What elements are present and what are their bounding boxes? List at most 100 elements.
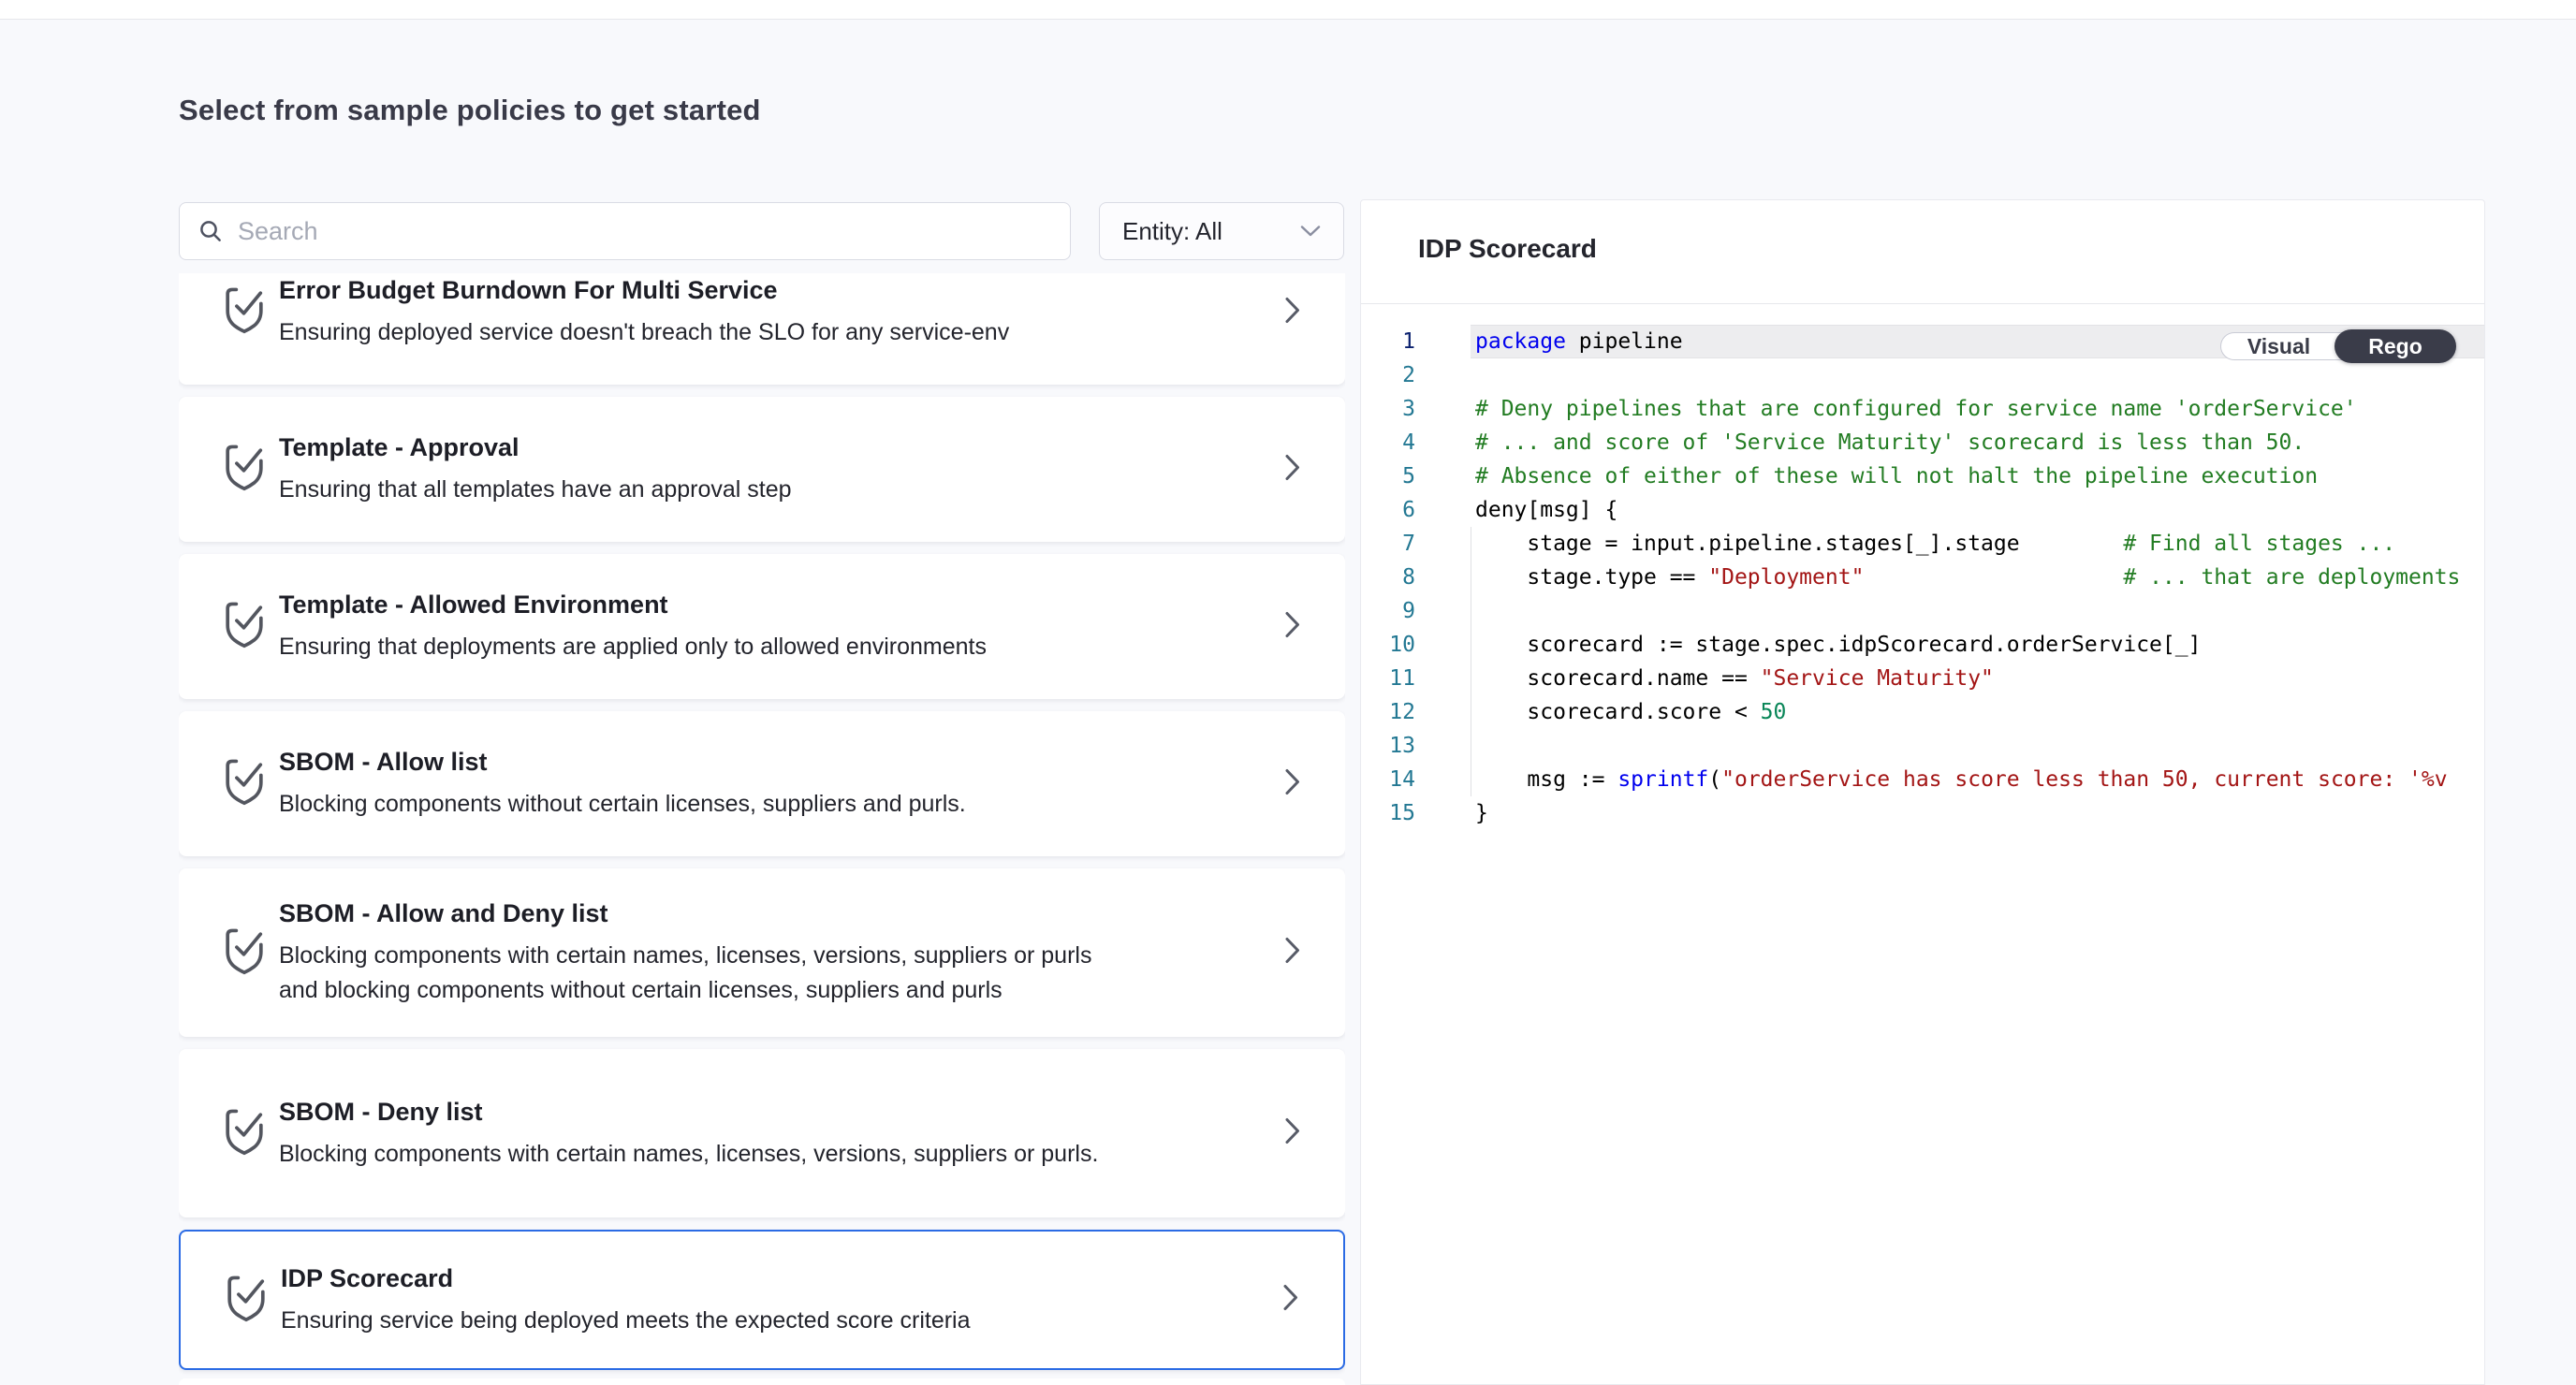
line-number: 8 [1361, 561, 1415, 594]
code-line: 2 [1361, 358, 2484, 392]
policy-card-partial[interactable] [179, 1378, 1345, 1385]
line-number: 13 [1361, 729, 1415, 763]
policy-card-description: Ensuring that all templates have an appr… [279, 473, 792, 507]
code-line: 13 [1361, 729, 2484, 763]
code-line: 11 scorecard.name == "Service Maturity" [1361, 662, 2484, 695]
rego-toggle-label: Rego [2368, 334, 2422, 359]
policy-card-text: Template - Allowed Environment Ensuring … [279, 589, 987, 664]
policy-card[interactable]: IDP Scorecard Ensuring service being dep… [179, 1230, 1345, 1370]
shield-check-icon [224, 1273, 269, 1328]
policy-card-title: Template - Approval [279, 431, 792, 463]
policy-card-title: IDP Scorecard [281, 1262, 971, 1294]
line-number: 15 [1361, 796, 1415, 830]
code-line-content: # Absence of either of these will not ha… [1471, 459, 2484, 493]
shield-check-icon [222, 442, 267, 497]
chevron-right-icon [1284, 766, 1301, 801]
code-line: 15 } [1361, 796, 2484, 830]
code-line-content [1471, 594, 2484, 628]
policy-card-description: Ensuring that deployments are applied on… [279, 630, 987, 664]
chevron-right-icon [1284, 609, 1301, 644]
search-input[interactable] [238, 217, 1051, 246]
code-line-content: } [1471, 796, 2484, 830]
policy-card[interactable]: Template - Allowed Environment Ensuring … [179, 554, 1345, 699]
page-title: Select from sample policies to get start… [179, 94, 761, 127]
policy-card-text: SBOM - Allow and Deny list Blocking comp… [279, 897, 1131, 1008]
policy-card-title: SBOM - Allow list [279, 746, 966, 778]
code-line-content: scorecard.name == "Service Maturity" [1471, 662, 2484, 695]
policy-list: Error Budget Burndown For Multi Service … [179, 273, 1345, 1385]
policy-card[interactable]: Template - Approval Ensuring that all te… [179, 397, 1345, 542]
code-line-content: deny[msg] { [1471, 493, 2484, 527]
policy-card-title: Error Budget Burndown For Multi Service [279, 274, 1009, 306]
policy-card-description: Blocking components with certain names, … [279, 1137, 1098, 1172]
rego-code-editor[interactable]: 1 package pipeline 2 3 # Deny pipelines … [1361, 304, 2484, 1384]
rego-toggle-button[interactable]: Rego [2334, 329, 2456, 363]
policy-card-description: Ensuring service being deployed meets th… [281, 1304, 971, 1338]
policy-card-title: SBOM - Deny list [279, 1096, 1098, 1128]
view-toggle: Visual Rego [2220, 332, 2454, 360]
code-line: 7 stage = input.pipeline.stages[_].stage… [1361, 527, 2484, 561]
line-number: 9 [1361, 594, 1415, 628]
policy-card-text: IDP Scorecard Ensuring service being dep… [281, 1262, 971, 1338]
code-line: 14 msg := sprintf("orderService has scor… [1361, 763, 2484, 796]
line-number: 11 [1361, 662, 1415, 695]
shield-check-icon [222, 926, 267, 981]
code-line-content: scorecard := stage.spec.idpScorecard.ord… [1471, 628, 2484, 662]
policy-card[interactable]: SBOM - Deny list Blocking components wit… [179, 1049, 1345, 1217]
code-line: 10 scorecard := stage.spec.idpScorecard.… [1361, 628, 2484, 662]
policy-card[interactable]: SBOM - Allow and Deny list Blocking comp… [179, 868, 1345, 1037]
policy-card-text: SBOM - Allow list Blocking components wi… [279, 746, 966, 822]
line-number: 2 [1361, 358, 1415, 392]
line-number: 1 [1361, 325, 1415, 358]
code-line: 8 stage.type == "Deployment" # ... that … [1361, 561, 2484, 594]
shield-check-icon [222, 756, 267, 811]
chevron-down-icon [1300, 225, 1321, 238]
line-number: 14 [1361, 763, 1415, 796]
policy-card-text: SBOM - Deny list Blocking components wit… [279, 1096, 1098, 1172]
policy-card[interactable]: Error Budget Burndown For Multi Service … [179, 273, 1345, 385]
line-number: 6 [1361, 493, 1415, 527]
line-number: 10 [1361, 628, 1415, 662]
shield-check-icon [222, 1106, 267, 1161]
chevron-right-icon [1282, 1283, 1299, 1318]
policy-card-title: Template - Allowed Environment [279, 589, 987, 620]
chevron-right-icon [1284, 452, 1301, 487]
code-line-content: # ... and score of 'Service Maturity' sc… [1471, 426, 2484, 459]
line-number: 5 [1361, 459, 1415, 493]
code-line: 4 # ... and score of 'Service Maturity' … [1361, 426, 2484, 459]
code-line: 5 # Absence of either of these will not … [1361, 459, 2484, 493]
policy-card-description: Ensuring deployed service doesn't breach… [279, 315, 1009, 350]
shield-check-icon [222, 599, 267, 654]
line-number: 3 [1361, 392, 1415, 426]
code-line: 3 # Deny pipelines that are configured f… [1361, 392, 2484, 426]
entity-filter-dropdown[interactable]: Entity: All [1099, 202, 1344, 260]
detail-panel-title: IDP Scorecard [1418, 234, 1597, 264]
policy-card-description: Blocking components with certain names, … [279, 939, 1131, 1008]
code-line-content [1471, 729, 2484, 763]
top-bar [0, 0, 2576, 20]
code-line-content: # Deny pipelines that are configured for… [1471, 392, 2484, 426]
code-line: 6 deny[msg] { [1361, 493, 2484, 527]
entity-filter-label: Entity: All [1122, 217, 1222, 246]
search-icon [198, 219, 224, 244]
shield-check-icon [222, 284, 267, 340]
policy-card-text: Template - Approval Ensuring that all te… [279, 431, 792, 507]
code-line-content: scorecard.score < 50 [1471, 695, 2484, 729]
policy-card-text: Error Budget Burndown For Multi Service … [279, 274, 1009, 350]
policy-card[interactable]: SBOM - Allow list Blocking components wi… [179, 711, 1345, 856]
chevron-right-icon [1284, 1116, 1301, 1151]
line-number: 7 [1361, 527, 1415, 561]
policy-detail-panel: IDP Scorecard 1 package pipeline 2 3 # D… [1360, 199, 2485, 1385]
code-line: 9 [1361, 594, 2484, 628]
policy-card-title: SBOM - Allow and Deny list [279, 897, 1131, 929]
code-line-content [1471, 358, 2484, 392]
visual-toggle-label: Visual [2221, 333, 2336, 359]
line-number: 4 [1361, 426, 1415, 459]
line-number: 12 [1361, 695, 1415, 729]
code-line-content: stage.type == "Deployment" # ... that ar… [1471, 561, 2484, 594]
policy-card-description: Blocking components without certain lice… [279, 787, 966, 822]
code-line-content: msg := sprintf("orderService has score l… [1471, 763, 2484, 796]
code-line: 12 scorecard.score < 50 [1361, 695, 2484, 729]
chevron-right-icon [1284, 295, 1301, 329]
chevron-right-icon [1284, 936, 1301, 970]
